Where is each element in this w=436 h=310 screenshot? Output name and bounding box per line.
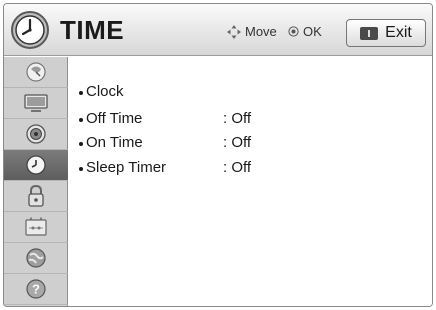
lock-icon	[28, 184, 44, 207]
sidebar-item-picture[interactable]	[4, 88, 68, 119]
bullet	[79, 118, 83, 122]
sidebar-item-audio[interactable]	[4, 119, 68, 150]
sidebar-item-lock[interactable]	[4, 181, 68, 212]
on-time-value: : Off	[223, 133, 252, 151]
svg-text:?: ?	[32, 282, 40, 297]
ok-hint-label: OK	[303, 24, 322, 39]
satellite-dish-icon	[26, 62, 46, 82]
menu-item-label: Sleep Timer	[86, 158, 167, 176]
sidebar-item-time[interactable]	[4, 150, 68, 181]
clock-icon	[11, 11, 49, 49]
arrow-keys-icon	[227, 24, 241, 39]
exit-button[interactable]: Exit	[346, 19, 426, 47]
monitor-icon	[24, 94, 48, 112]
sleep-timer-value: : Off	[223, 158, 252, 176]
exit-button-label: Exit	[385, 24, 412, 41]
exit-key-icon	[360, 26, 379, 40]
sidebar-item-setup[interactable]	[4, 57, 68, 88]
off-time-value: : Off	[223, 109, 252, 127]
sidebar-item-support[interactable]: ?	[4, 274, 68, 305]
time-menu-window: TIME Move OK Exit ? Clock Off Time: Off…	[3, 3, 433, 307]
bullet	[79, 167, 83, 171]
globe-icon	[26, 248, 46, 268]
menu-item-sleep-timer[interactable]: Sleep Timer	[79, 157, 166, 177]
menu-item-label: Off Time	[86, 109, 143, 127]
menu-content: Clock Off Time : Off On Time : Off Sleep…	[69, 57, 432, 306]
move-hint: Move	[227, 24, 277, 39]
menu-header: TIME Move OK Exit	[4, 4, 432, 56]
ok-button-icon	[288, 26, 299, 37]
menu-item-label: Clock	[86, 82, 124, 100]
menu-item-on-time[interactable]: On Time	[79, 132, 143, 152]
sidebar: ?	[4, 57, 68, 306]
menu-item-off-time[interactable]: Off Time	[79, 108, 142, 128]
move-hint-label: Move	[245, 24, 277, 39]
bullet	[79, 142, 83, 146]
bullet	[79, 91, 83, 95]
menu-item-clock[interactable]: Clock	[79, 81, 124, 101]
sidebar-item-option[interactable]	[4, 212, 68, 243]
ok-hint: OK	[288, 24, 322, 39]
speaker-icon	[26, 124, 46, 144]
clock-icon	[26, 155, 46, 175]
sidebar-item-network[interactable]	[4, 243, 68, 274]
help-icon: ?	[26, 279, 46, 299]
menu-item-label: On Time	[86, 133, 143, 151]
page-title: TIME	[60, 15, 125, 45]
settings-icon	[25, 217, 47, 236]
